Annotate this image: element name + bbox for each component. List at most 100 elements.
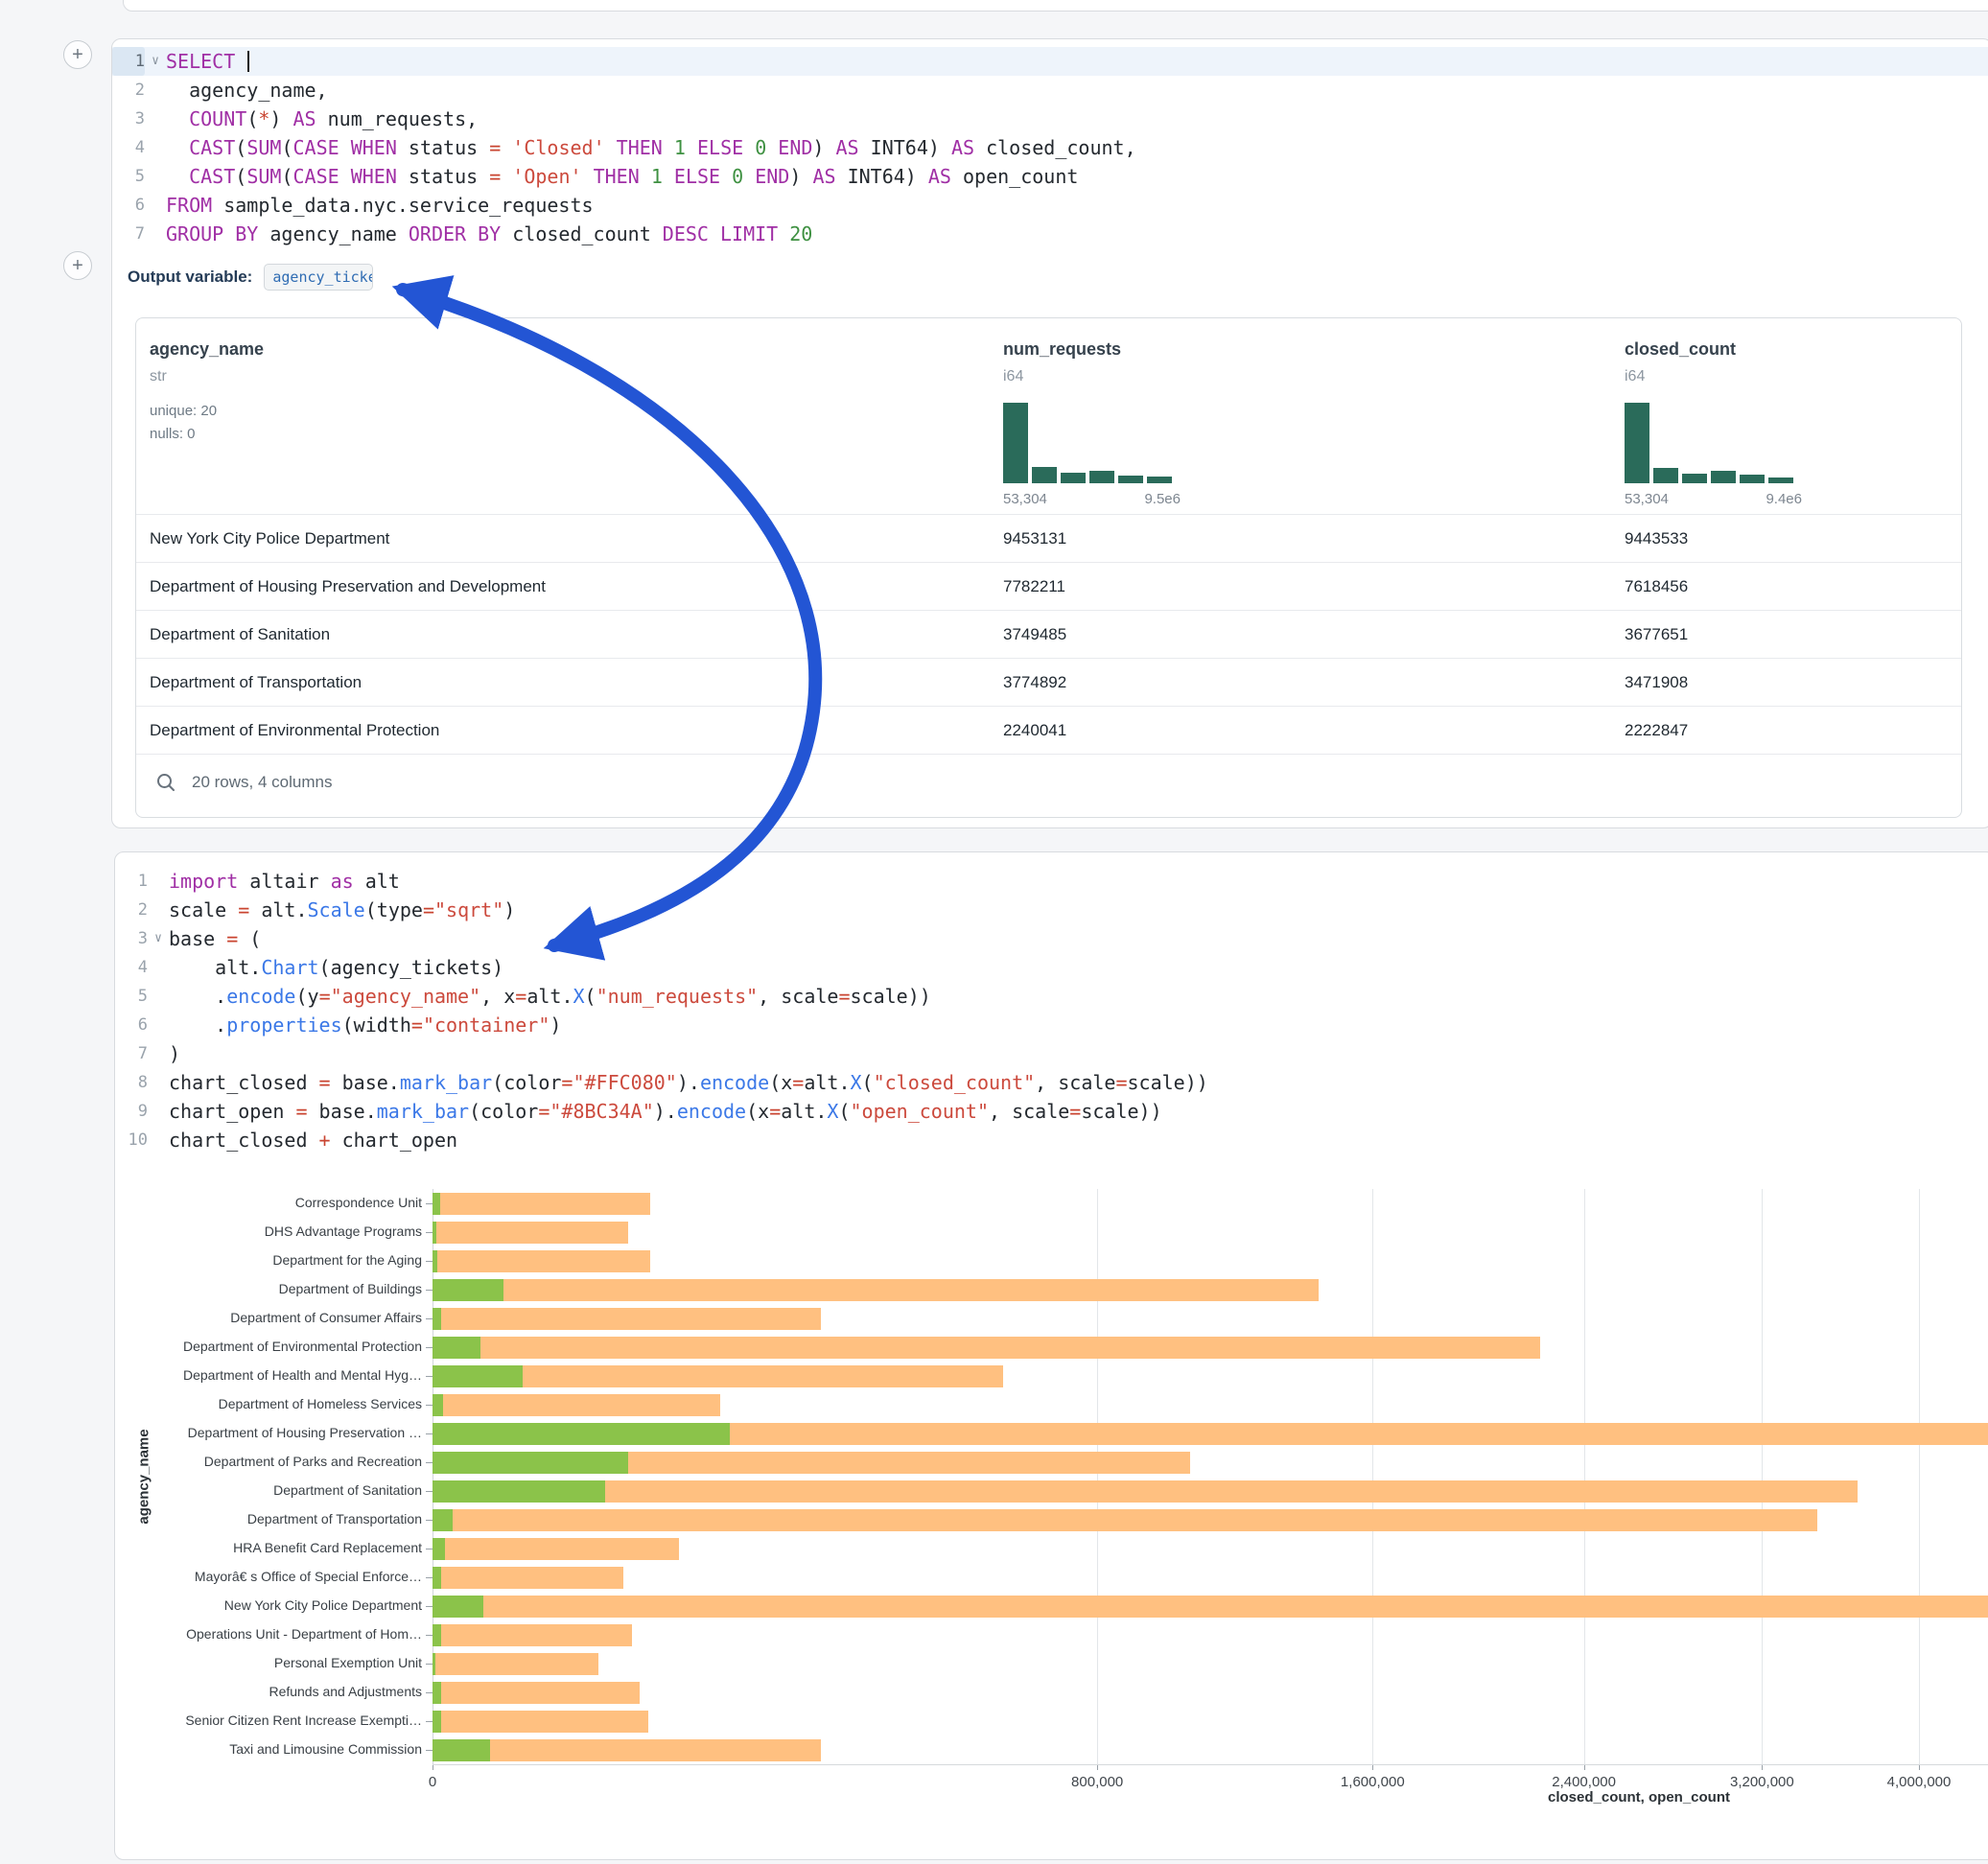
notebook-page: + + 1∨SELECT 2 agency_name,3 COUNT(*) AS… (0, 0, 1988, 1864)
histogram-min-label: 53,304 (1003, 491, 1047, 507)
collapse-chevron-icon (145, 191, 166, 220)
code-line: 4 alt.Chart(agency_tickets) (115, 953, 1988, 982)
table-cell: Department of Sanitation (150, 625, 330, 644)
code-line: 6 .properties(width="container") (115, 1011, 1988, 1039)
code-line-text: .properties(width="container") (169, 1011, 561, 1039)
code-line-text: import altair as alt (169, 867, 400, 896)
table-row: Department of Sanitation37494853677651 (136, 610, 1961, 658)
histogram-bar (1032, 467, 1057, 483)
line-number: 7 (115, 1039, 148, 1068)
code-line: 3∨base = ( (115, 924, 1988, 953)
code-line: 4 CAST(SUM(CASE WHEN status = 'Closed' T… (112, 133, 1988, 162)
collapse-chevron-icon (148, 1126, 169, 1154)
histogram-bar (1003, 403, 1028, 483)
output-variable-pill[interactable]: agency_tickets (264, 264, 373, 291)
histogram-bar (1089, 471, 1114, 483)
collapse-chevron-icon[interactable]: ∨ (145, 47, 166, 76)
code-line: 5 CAST(SUM(CASE WHEN status = 'Open' THE… (112, 162, 1988, 191)
table-cell: Department of Environmental Protection (150, 721, 439, 740)
code-line-text: chart_closed + chart_open (169, 1126, 457, 1154)
line-number: 3 (112, 105, 145, 133)
collapse-chevron-icon[interactable]: ∨ (148, 924, 169, 953)
python-code-editor[interactable]: 1 import altair as alt 2 scale = alt.Scale(… (115, 867, 1988, 1154)
collapse-chevron-icon (145, 76, 166, 105)
code-line-text: agency_name, (166, 76, 328, 105)
code-line-text: chart_open = base.mark_bar(color="#8BC34… (169, 1097, 1162, 1126)
collapse-chevron-icon (148, 1068, 169, 1097)
column-histogram (1003, 403, 1181, 483)
sql-query-cell: 1∨SELECT 2 agency_name,3 COUNT(*) AS num… (111, 38, 1988, 828)
table-cell: 7782211 (1003, 577, 1065, 596)
line-number: 8 (115, 1068, 148, 1097)
table-cell: 7618456 (1625, 577, 1688, 596)
column-header-agency-name[interactable]: agency_name (150, 339, 264, 360)
table-cell: Department of Transportation (150, 673, 362, 692)
code-line-text: .encode(y="agency_name", x=alt.X("num_re… (169, 982, 931, 1011)
plus-icon: + (72, 45, 83, 64)
search-icon[interactable] (155, 772, 176, 793)
collapse-chevron-icon (148, 867, 169, 896)
code-line: 9chart_open = base.mark_bar(color="#8BC3… (115, 1097, 1988, 1126)
histogram-axis-labels: 53,304 9.5e6 (1003, 491, 1181, 507)
collapse-chevron-icon (148, 982, 169, 1011)
collapse-chevron-icon (148, 953, 169, 982)
line-number: 5 (115, 982, 148, 1011)
line-number: 2 (115, 896, 148, 924)
text-cursor (247, 51, 249, 72)
line-number: 6 (115, 1011, 148, 1039)
histogram-bar (1711, 471, 1736, 483)
table-dimensions-label: 20 rows, 4 columns (192, 773, 332, 792)
column-type: i64 (1003, 368, 1023, 385)
code-line-text: base = ( (169, 924, 261, 953)
table-row: Department of Transportation 3774892 34719… (136, 658, 1961, 706)
plus-icon: + (72, 256, 83, 275)
line-number: 2 (112, 76, 145, 105)
line-number: 10 (115, 1126, 148, 1154)
histogram-axis-labels: 53,304 9.4e6 (1625, 491, 1802, 507)
line-number: 1 (112, 47, 145, 76)
table-cell: 3774892 (1003, 673, 1066, 692)
table-row: Department of Environmental Protection 22… (136, 706, 1961, 754)
table-row: Department of Housing Preservation and D… (136, 562, 1961, 610)
code-line-text: COUNT(*) AS num_requests, (166, 105, 478, 133)
histogram-bar (1147, 477, 1172, 483)
collapse-chevron-icon (145, 220, 166, 248)
code-line: 6 FROM sample_data.nyc.service_requests (112, 191, 1988, 220)
code-line: 3 COUNT(*) AS num_requests, (112, 105, 1988, 133)
table-cell: 2240041 (1003, 721, 1066, 740)
collapse-chevron-icon (148, 896, 169, 924)
table-cell: 3471908 (1625, 673, 1688, 692)
code-line: 2 agency_name, (112, 76, 1988, 105)
code-line: 7) (115, 1039, 1988, 1068)
table-cell: 2222847 (1625, 721, 1688, 740)
sql-code-editor[interactable]: 1∨SELECT 2 agency_name,3 COUNT(*) AS num… (112, 47, 1988, 248)
line-number: 5 (112, 162, 145, 191)
column-unique-count: unique: 20 (150, 403, 217, 419)
column-type: str (150, 368, 167, 385)
histogram-bar (1768, 478, 1793, 483)
histogram-bar (1653, 468, 1678, 483)
code-line-text: CAST(SUM(CASE WHEN status = 'Closed' THE… (166, 133, 1136, 162)
code-line-text: chart_closed = base.mark_bar(color="#FFC… (169, 1068, 1208, 1097)
add-cell-button-output[interactable]: + (63, 251, 92, 280)
add-cell-button-top[interactable]: + (63, 40, 92, 69)
code-line: 8 chart_closed = base.mark_bar(color="#FF… (115, 1068, 1988, 1097)
query-result-table: agency_name str unique: 20 nulls: 0 num_… (135, 317, 1962, 818)
histogram-min-label: 53,304 (1625, 491, 1669, 507)
code-line-text: ) (169, 1039, 180, 1068)
histogram-bar (1682, 474, 1707, 483)
column-header-num-requests[interactable]: num_requests (1003, 339, 1121, 360)
collapse-chevron-icon (145, 133, 166, 162)
collapse-chevron-icon (148, 1097, 169, 1126)
histogram-bar (1740, 475, 1765, 483)
code-line-text: FROM sample_data.nyc.service_requests (166, 191, 594, 220)
code-line: 7GROUP BY agency_name ORDER BY closed_co… (112, 220, 1988, 248)
histogram-max-label: 9.5e6 (1144, 491, 1181, 507)
code-line-text: scale = alt.Scale(type="sqrt") (169, 896, 515, 924)
column-header-closed-count[interactable]: closed_count (1625, 339, 1736, 360)
collapse-chevron-icon (145, 162, 166, 191)
line-number: 6 (112, 191, 145, 220)
line-number: 1 (115, 867, 148, 896)
code-line-text: alt.Chart(agency_tickets) (169, 953, 503, 982)
code-line: 1 import altair as alt (115, 867, 1988, 896)
